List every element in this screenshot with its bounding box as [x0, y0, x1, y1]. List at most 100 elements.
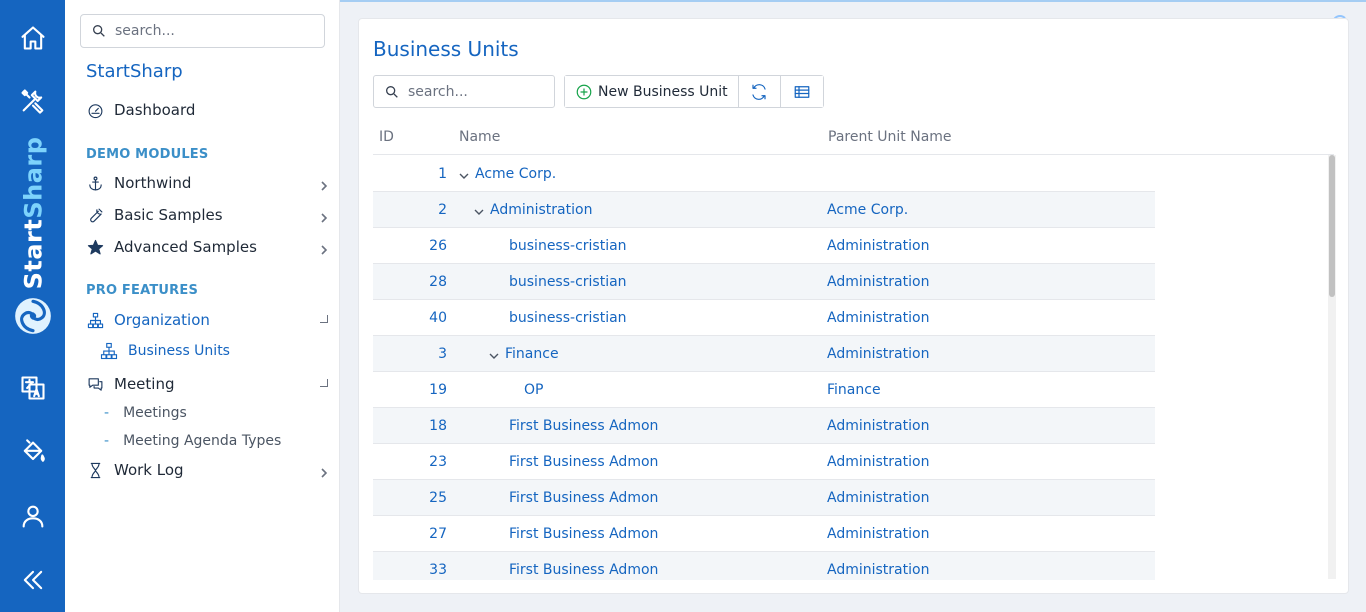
cell-name-text: OP [524, 382, 544, 398]
paint-bucket-icon[interactable] [14, 433, 51, 470]
table-row[interactable]: 28 business-cristian Administration [373, 264, 1155, 300]
business-units-panel: Business Units New Business Unit ID Name… [358, 18, 1349, 594]
nav-northwind-label: Northwind [114, 174, 192, 192]
chevron-right-icon [319, 464, 329, 478]
user-icon[interactable] [14, 497, 51, 534]
cell-name[interactable]: First Business Admon [509, 490, 658, 506]
nav-organization[interactable]: Organization [86, 307, 331, 333]
table-row[interactable]: 2 Administration Acme Corp. [373, 192, 1155, 228]
org-chart-icon [100, 342, 118, 360]
column-header-name[interactable]: Name [459, 129, 500, 145]
nav-dashboard-label: Dashboard [114, 101, 196, 119]
cell-name-text: business-cristian [509, 274, 627, 290]
cell-name[interactable]: business-cristian [509, 310, 627, 326]
home-icon[interactable] [14, 19, 51, 56]
column-header-parent[interactable]: Parent Unit Name [828, 129, 952, 145]
table-row[interactable]: 19 OP Finance [373, 372, 1155, 408]
column-header-id[interactable]: ID [379, 129, 394, 145]
nav-work-log-label: Work Log [114, 461, 184, 479]
cell-id: 26 [429, 238, 447, 254]
org-chart-icon [86, 311, 104, 329]
cell-parent: Administration [827, 526, 930, 542]
cell-id: 18 [429, 418, 447, 434]
table-columns-icon [794, 85, 810, 98]
cell-name[interactable]: Acme Corp. [459, 166, 556, 182]
expand-toggle-icon[interactable] [489, 349, 499, 359]
expand-toggle-icon[interactable] [474, 205, 484, 215]
cell-name[interactable]: business-cristian [509, 274, 627, 290]
cell-name[interactable]: First Business Admon [509, 418, 658, 434]
cell-id: 33 [429, 562, 447, 578]
refresh-icon [752, 83, 766, 100]
nav-organization-label: Organization [114, 311, 210, 329]
table-row[interactable]: 40 business-cristian Administration [373, 300, 1155, 336]
nav-business-units[interactable]: Business Units [100, 340, 230, 362]
nav-meeting[interactable]: Meeting [86, 371, 331, 397]
bullet-dash: - [104, 433, 110, 449]
nav-meetings[interactable]: - Meetings [100, 402, 187, 424]
new-business-unit-button[interactable]: New Business Unit [565, 76, 739, 107]
nav-meeting-agenda-types[interactable]: - Meeting Agenda Types [100, 430, 281, 452]
cell-parent: Administration [827, 490, 930, 506]
loading-progress-bar [340, 0, 1366, 2]
star-icon [86, 238, 104, 256]
app-title[interactable]: StartSharp [86, 61, 183, 82]
pro-features-label: PRO FEATURES [86, 283, 199, 298]
cell-name-text: First Business Admon [509, 562, 659, 578]
cell-name[interactable]: First Business Admon [509, 562, 658, 578]
sidebar-search-input[interactable] [115, 23, 315, 39]
demo-modules-label: DEMO MODULES [86, 147, 209, 162]
nav-meetings-label: Meetings [123, 405, 187, 421]
scrollbar-thumb[interactable] [1329, 155, 1335, 297]
cell-name[interactable]: Administration [474, 202, 592, 218]
dashboard-icon [86, 101, 104, 119]
nav-business-units-label: Business Units [128, 343, 230, 359]
grid-toolbar: New Business Unit [564, 75, 824, 108]
table-row[interactable]: 1 Acme Corp. [373, 156, 1155, 192]
nav-advanced-samples[interactable]: Advanced Samples [86, 234, 331, 260]
nav-dashboard[interactable]: Dashboard [86, 97, 331, 123]
cell-name[interactable]: OP [524, 382, 543, 398]
expand-toggle-icon[interactable] [459, 169, 469, 179]
table-row[interactable]: 3 Finance Administration [373, 336, 1155, 372]
table-row[interactable]: 18 First Business Admon Administration [373, 408, 1155, 444]
collapse-indicator-icon [320, 379, 328, 387]
sidebar: StartSharp Dashboard DEMO MODULES Northw… [65, 0, 340, 612]
grid-search-input[interactable] [408, 83, 548, 100]
hourglass-icon [86, 461, 104, 479]
search-icon [93, 24, 105, 37]
table-row[interactable]: 23 First Business Admon Administration [373, 444, 1155, 480]
vertical-scrollbar[interactable] [1328, 155, 1336, 579]
cell-parent: Administration [827, 562, 930, 578]
cell-id: 23 [429, 454, 447, 470]
refresh-button[interactable] [738, 76, 781, 107]
cell-name-text: Administration [490, 202, 593, 218]
collapse-sidebar-icon[interactable] [14, 561, 51, 598]
nav-basic-samples[interactable]: Basic Samples [86, 202, 331, 228]
grid-header: ID Name Parent Unit Name [373, 119, 1334, 155]
translate-icon[interactable] [14, 369, 51, 406]
table-row[interactable]: 27 First Business Admon Administration [373, 516, 1155, 552]
cell-name[interactable]: First Business Admon [509, 454, 658, 470]
table-row[interactable]: 26 business-cristian Administration [373, 228, 1155, 264]
nav-basic-samples-label: Basic Samples [114, 206, 223, 224]
anchor-icon [86, 174, 104, 192]
cell-parent: Acme Corp. [827, 202, 909, 218]
sidebar-search[interactable] [80, 14, 325, 48]
cell-parent: Administration [827, 238, 930, 254]
cell-parent: Administration [827, 454, 930, 470]
chevron-right-icon [319, 177, 329, 191]
column-picker-button[interactable] [780, 76, 823, 107]
cell-name[interactable]: First Business Admon [509, 526, 658, 542]
nav-northwind[interactable]: Northwind [86, 170, 331, 196]
table-row[interactable]: 33 First Business Admon Administration [373, 552, 1155, 580]
grid-search[interactable] [373, 75, 555, 108]
tools-icon[interactable] [14, 82, 51, 119]
cell-name[interactable]: Finance [489, 346, 559, 362]
cell-id: 40 [429, 310, 447, 326]
chevron-right-icon [319, 241, 329, 255]
cell-name[interactable]: business-cristian [509, 238, 627, 254]
table-row[interactable]: 25 First Business Admon Administration [373, 480, 1155, 516]
nav-work-log[interactable]: Work Log [86, 457, 331, 483]
cell-id: 2 [438, 202, 447, 218]
